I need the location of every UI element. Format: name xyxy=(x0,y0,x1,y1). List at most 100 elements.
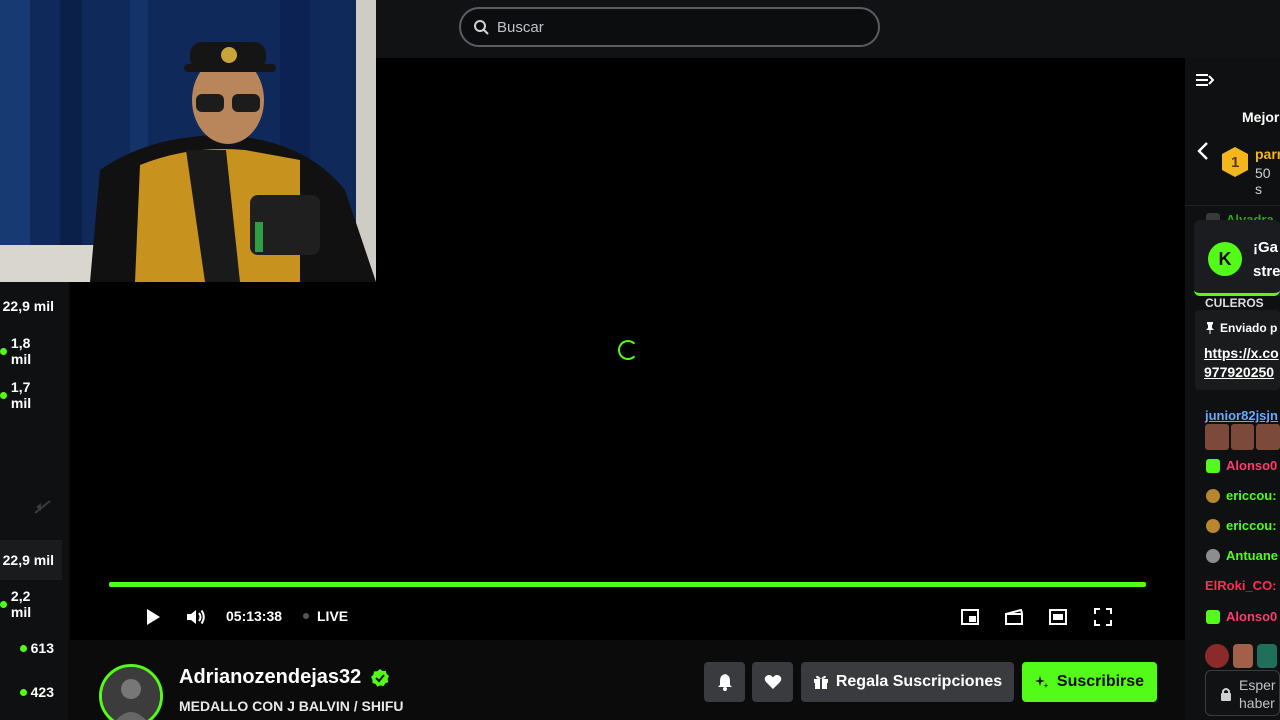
popup-text-line2: stre xyxy=(1253,263,1280,280)
collapse-chat-icon[interactable] xyxy=(1196,72,1214,88)
emote-row xyxy=(1205,644,1280,668)
chat-header: Mejor 1 parr 50 s xyxy=(1185,58,1280,206)
sidebar-item-viewers: 1,8 mil xyxy=(10,335,32,367)
sidebar-item-viewers: 22,9 mil xyxy=(2,552,54,568)
stream-info: Adrianozendejas32 MEDALLO CON J BALVIN /… xyxy=(70,640,1185,720)
chat-username: ElRoki_CO: xyxy=(1205,578,1277,593)
pinned-link-line2[interactable]: 977920250 xyxy=(1204,364,1274,380)
search-box[interactable] xyxy=(459,7,880,47)
live-indicator: LIVE xyxy=(303,608,348,624)
bell-icon xyxy=(717,674,732,691)
volume-icon xyxy=(187,609,205,625)
channel-name-text: Adrianozendejas32 xyxy=(179,666,362,688)
timecode: 05:13:38 xyxy=(226,608,283,624)
live-dot-icon xyxy=(0,391,7,399)
chat-username: junior82jsjn xyxy=(1205,408,1278,423)
search-input[interactable] xyxy=(497,18,857,36)
mini-player-button[interactable] xyxy=(959,606,981,628)
chevron-left-icon[interactable] xyxy=(1197,142,1209,160)
play-icon xyxy=(147,609,160,625)
theater-mode-button[interactable] xyxy=(1047,606,1069,628)
chat-message[interactable]: junior82jsjn xyxy=(1205,408,1278,423)
sidebar-item-viewers: 613 xyxy=(30,640,54,656)
chat-message[interactable]: ericcou: xyxy=(1206,488,1277,503)
verified-badge-icon xyxy=(371,668,390,687)
stream-title: MEDALLO CON J BALVIN / SHIFU xyxy=(179,698,404,714)
theater-icon xyxy=(1049,609,1067,625)
pinned-message: Enviado p https://x.co 977920250 xyxy=(1195,310,1280,390)
channel-name[interactable]: Adrianozendejas32 xyxy=(179,666,390,689)
clapper-icon xyxy=(1005,609,1023,625)
emote-icon xyxy=(1233,644,1253,668)
live-label: LIVE xyxy=(317,608,349,624)
chat-username: Antuane xyxy=(1226,548,1278,563)
search-icon xyxy=(474,20,489,35)
avatar-image xyxy=(102,667,160,720)
sparkle-icon xyxy=(1034,676,1049,688)
gift-badge-icon xyxy=(1206,458,1220,473)
sidebar-item-viewers: 2,2 mil xyxy=(10,588,32,620)
leader-name: parr xyxy=(1255,146,1280,162)
sidebar-item-selected[interactable]: 22,9 mil xyxy=(0,540,62,580)
pinned-link-line1[interactable]: https://x.co xyxy=(1204,345,1279,361)
chat-message[interactable]: Alonso0 xyxy=(1206,609,1277,624)
pinned-label: Enviado p xyxy=(1220,321,1278,335)
notifications-button[interactable] xyxy=(704,662,745,702)
kick-logo-icon: K xyxy=(1208,242,1242,276)
kick-promo-popup[interactable]: K ¡Ga stre xyxy=(1194,220,1280,296)
subscribe-button[interactable]: Suscribirse xyxy=(1022,662,1157,702)
follow-button[interactable] xyxy=(752,662,793,702)
popup-text-line1: ¡Ga xyxy=(1253,239,1279,256)
player-controls: 05:13:38 LIVE xyxy=(70,598,1185,636)
progress-bar[interactable] xyxy=(109,582,1146,587)
sidebar-item[interactable]: 613 xyxy=(0,628,62,668)
chat-username: Alonso0 xyxy=(1226,609,1278,624)
sidebar-item[interactable]: 2,2 mil xyxy=(0,584,62,624)
chat-input[interactable]: Esper haber xyxy=(1205,670,1280,716)
fullscreen-button[interactable] xyxy=(1092,606,1114,628)
app-root: 22,9 mil 1,8 mil 1,7 mil 22,9 mil 2,2 mi… xyxy=(0,0,1280,720)
chat-message[interactable]: Antuane xyxy=(1206,548,1278,563)
fullscreen-icon xyxy=(1094,608,1112,626)
chat-message[interactable]: ericcou: xyxy=(1206,518,1277,533)
user-badge-icon xyxy=(1206,518,1220,533)
emote-icon xyxy=(1205,644,1229,668)
live-dot-icon xyxy=(0,347,7,355)
offline-icon xyxy=(34,500,51,514)
clip-button[interactable] xyxy=(1003,606,1025,628)
leader-amount: 50 s xyxy=(1255,165,1271,197)
chat-panel: Mejor 1 parr 50 s Alyadra K ¡Ga stre CUL… xyxy=(1185,58,1280,720)
sidebar-item-viewers: 1,7 mil xyxy=(10,379,32,411)
play-button[interactable] xyxy=(142,606,164,628)
chat-input-text-line1: Esper xyxy=(1239,677,1276,693)
chat-message[interactable]: ElRoki_CO: xyxy=(1205,578,1277,593)
live-dot-icon xyxy=(19,644,27,652)
lock-icon xyxy=(1221,688,1231,701)
emote-icon xyxy=(1205,424,1229,450)
channel-avatar[interactable] xyxy=(99,664,163,720)
sidebar-item-viewers: 22,9 mil xyxy=(2,298,54,314)
pinned-user-fragment: CULEROS xyxy=(1205,296,1264,310)
gift-subscriptions-label: Regala Suscripciones xyxy=(835,673,1003,690)
chat-message[interactable]: Alonso0 xyxy=(1206,458,1277,473)
sidebar-item[interactable]: 1,7 mil xyxy=(0,375,62,415)
emote-icon xyxy=(1256,424,1280,450)
sidebar-item[interactable]: 1,8 mil xyxy=(0,331,62,371)
loading-spinner-icon xyxy=(618,340,638,360)
webcam-image xyxy=(0,0,376,282)
subscribe-label: Suscribirse xyxy=(1056,673,1145,690)
gift-icon xyxy=(813,675,828,689)
user-badge-icon xyxy=(1206,548,1220,563)
user-badge-icon xyxy=(1206,488,1220,503)
emote-row xyxy=(1205,424,1280,450)
sidebar-item[interactable]: 423 xyxy=(0,672,62,712)
sidebar-item-viewers: 423 xyxy=(30,684,54,700)
emote-icon xyxy=(1257,644,1277,668)
volume-button[interactable] xyxy=(185,606,207,628)
sidebar-item[interactable]: 22,9 mil xyxy=(0,286,62,326)
rank-number: 1 xyxy=(1231,154,1240,171)
live-dot-icon xyxy=(19,688,27,696)
pin-icon xyxy=(1206,322,1214,334)
gift-subscriptions-button[interactable]: Regala Suscripciones xyxy=(801,662,1014,702)
picture-in-picture-icon xyxy=(961,609,979,625)
